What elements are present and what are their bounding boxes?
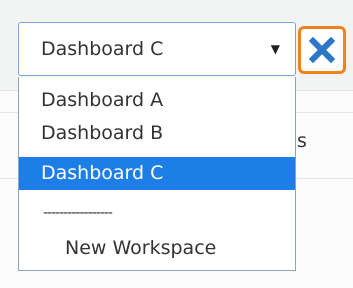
- option-separator: -----------------: [43, 205, 113, 221]
- dashboard-dropdown-list: Dashboard A Dashboard B Dashboard C ----…: [18, 77, 296, 271]
- option-dashboard-a[interactable]: Dashboard A: [19, 84, 295, 117]
- dropdown-arrow-icon: ▼: [270, 42, 280, 56]
- option-new-workspace[interactable]: New Workspace: [19, 232, 295, 265]
- dashboard-select-value: Dashboard C: [41, 38, 164, 60]
- close-button[interactable]: [298, 26, 346, 74]
- option-dashboard-b[interactable]: Dashboard B: [19, 117, 295, 150]
- option-dashboard-c[interactable]: Dashboard C: [19, 157, 295, 190]
- background-partial-text: s: [297, 130, 307, 152]
- close-x-icon: [308, 36, 336, 64]
- dashboard-select[interactable]: Dashboard C ▼: [18, 22, 296, 76]
